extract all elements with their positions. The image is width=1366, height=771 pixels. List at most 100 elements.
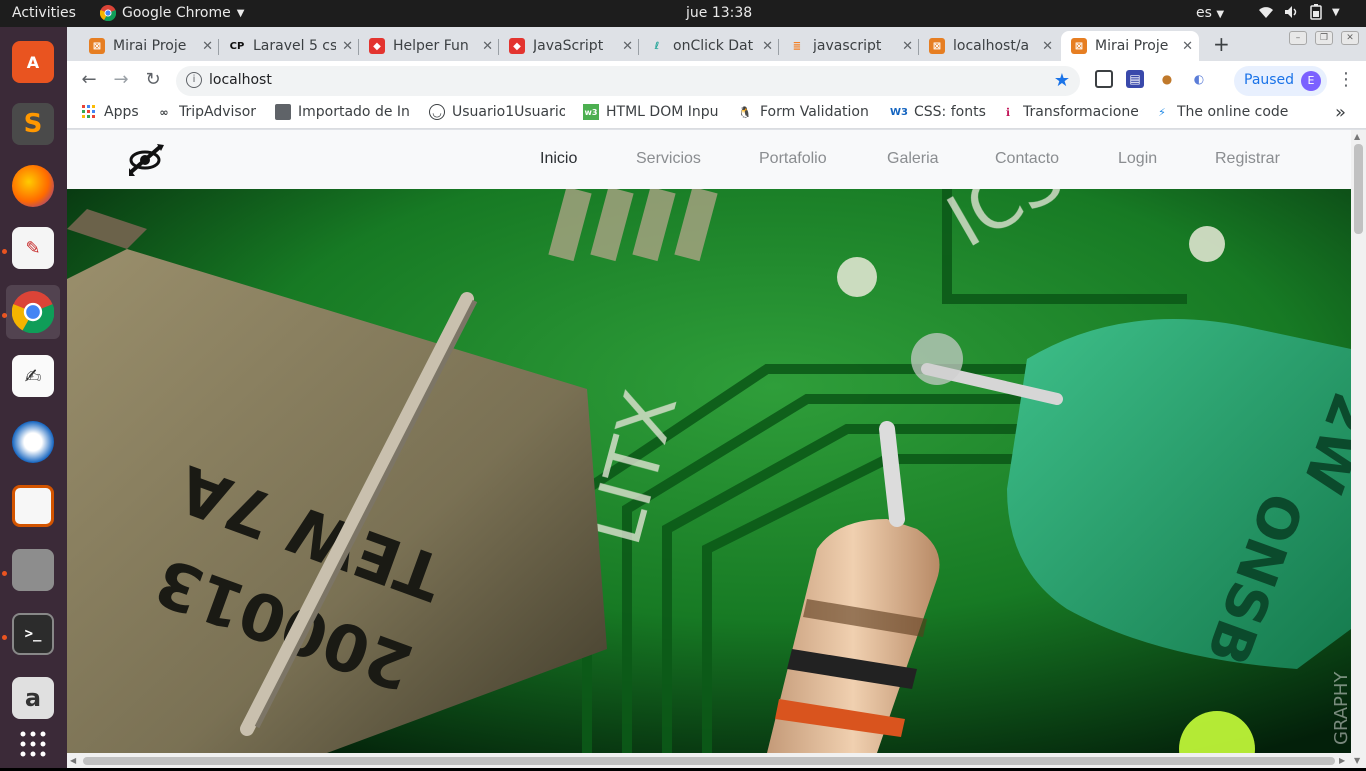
tripadvisor-icon: ∞ xyxy=(159,105,169,119)
dock-terminal[interactable]: >_ xyxy=(6,607,60,661)
close-tab-icon[interactable]: ✕ xyxy=(1176,39,1193,54)
tab-onclick-data[interactable]: ℓ onClick Dat ✕ xyxy=(639,31,779,61)
dock-software-center[interactable]: A xyxy=(6,35,60,89)
tab-strip: ⊠ Mirai Proje ✕ CP Laravel 5 cs ✕ ◆ Help… xyxy=(67,27,1366,61)
activities-button[interactable]: Activities xyxy=(12,5,76,21)
profile-status: Paused xyxy=(1244,72,1295,88)
bookmark-label: The online code xyxy=(1177,104,1289,120)
photo-watermark: GRAPHY xyxy=(1331,671,1351,745)
system-tray[interactable]: ▼ xyxy=(1258,4,1340,20)
nav-link-galeria[interactable]: Galeria xyxy=(887,150,939,168)
bookmark-label: Transformacione xyxy=(1023,104,1138,120)
bookmark-tripadvisor[interactable]: ∞ TripAdvisor xyxy=(156,104,256,120)
sublime-text-icon: S xyxy=(12,103,54,145)
bookmark-online-code[interactable]: ⚡ The online code xyxy=(1154,104,1289,120)
tab-laravel-csrf[interactable]: CP Laravel 5 cs ✕ xyxy=(219,31,359,61)
folder-icon xyxy=(275,104,291,120)
scroll-up-icon[interactable]: ▲ xyxy=(1354,132,1360,141)
bookmark-label: Usuario1Usuario xyxy=(452,104,565,120)
close-tab-icon[interactable]: ✕ xyxy=(336,39,353,54)
more-bookmarks-icon[interactable]: » xyxy=(1335,102,1346,123)
onclick-favicon-icon: ℓ xyxy=(654,40,660,52)
dock-sublime-text[interactable]: S xyxy=(6,97,60,151)
bookmark-apps[interactable]: Apps xyxy=(81,104,139,120)
bookmark-html-dom-input[interactable]: w3 HTML DOM Inpu xyxy=(583,104,719,120)
close-tab-icon[interactable]: ✕ xyxy=(896,39,913,54)
app-grid-icon xyxy=(20,731,46,757)
show-applications-button[interactable] xyxy=(6,717,60,771)
dock-thunderbird[interactable] xyxy=(6,415,60,469)
tab-javascript-stackoverflow[interactable]: ≣ javascript ✕ xyxy=(779,31,919,61)
scroll-left-icon[interactable]: ◀ xyxy=(70,756,76,765)
scrollbar-thumb[interactable] xyxy=(1354,144,1363,234)
url-text[interactable]: localhost xyxy=(209,72,272,88)
close-tab-icon[interactable]: ✕ xyxy=(616,39,633,54)
nav-link-inicio[interactable]: Inicio xyxy=(540,150,577,168)
close-tab-icon[interactable]: ✕ xyxy=(756,39,773,54)
vertical-scrollbar[interactable]: ▲ ▼ xyxy=(1351,130,1366,768)
chrome-menu-icon[interactable]: ⋮ xyxy=(1337,69,1355,90)
tab-mirai-project-1[interactable]: ⊠ Mirai Proje ✕ xyxy=(79,31,219,61)
dock-chrome[interactable] xyxy=(6,285,60,339)
dock-firefox[interactable] xyxy=(6,159,60,213)
smiley-icon: ◡ xyxy=(429,104,445,120)
tab-javascript-laravel[interactable]: ◆ JavaScript ✕ xyxy=(499,31,639,61)
reader-extension-icon[interactable]: ▤ xyxy=(1126,70,1144,88)
screenshot-extension-icon[interactable] xyxy=(1095,70,1113,88)
dock-files[interactable] xyxy=(6,543,60,597)
presentation-icon xyxy=(12,485,54,527)
site-navbar: Inicio Servicios Portafolio Galeria Cont… xyxy=(67,130,1351,189)
profile-paused-button[interactable]: Paused E xyxy=(1234,66,1327,96)
address-bar[interactable]: i localhost ★ xyxy=(176,66,1080,96)
nav-link-portafolio[interactable]: Portafolio xyxy=(759,150,827,168)
document-viewer-icon: ✎ xyxy=(12,227,54,269)
tab-mirai-project-active[interactable]: ⊠ Mirai Proje ✕ xyxy=(1061,31,1199,61)
forward-button[interactable]: → xyxy=(110,69,132,90)
maximize-window-button[interactable]: ❐ xyxy=(1315,31,1333,45)
nav-link-servicios[interactable]: Servicios xyxy=(636,150,701,168)
close-window-button[interactable]: ✕ xyxy=(1341,31,1359,45)
close-tab-icon[interactable]: ✕ xyxy=(476,39,493,54)
reload-button[interactable]: ↻ xyxy=(142,69,164,90)
nav-link-login[interactable]: Login xyxy=(1118,150,1157,168)
mirai-favicon-icon: ⊠ xyxy=(1071,38,1087,54)
scroll-right-icon[interactable]: ▶ xyxy=(1339,756,1345,765)
scrollbar-thumb[interactable] xyxy=(83,757,1335,765)
linux-icon: 🐧 xyxy=(738,105,752,119)
clock[interactable]: jue 13:38 xyxy=(686,5,752,21)
bookmark-label: CSS: fonts xyxy=(914,104,986,120)
wifi-icon xyxy=(1259,7,1273,18)
wappalyzer-extension-icon[interactable]: ◐ xyxy=(1190,70,1208,88)
apps-grid-icon xyxy=(82,105,95,118)
amazon-icon: a xyxy=(12,677,54,719)
bookmark-transformaciones[interactable]: ℹ Transformacione xyxy=(1000,104,1138,120)
nav-link-contacto[interactable]: Contacto xyxy=(995,150,1059,168)
dock-impress[interactable] xyxy=(6,479,60,533)
bookmark-usuario[interactable]: ◡ Usuario1Usuario xyxy=(429,104,565,120)
horizontal-scrollbar[interactable]: ◀ ▶ xyxy=(67,753,1351,768)
tab-title: onClick Dat xyxy=(673,38,754,54)
page-viewport: Inicio Servicios Portafolio Galeria Cont… xyxy=(67,130,1366,768)
tab-helper-functions[interactable]: ◆ Helper Fun ✕ xyxy=(359,31,499,61)
bookmark-imported-folder[interactable]: Importado de In xyxy=(275,104,410,120)
bookmark-css-fonts[interactable]: W3 CSS: fonts xyxy=(890,104,986,120)
dock-text-editor[interactable]: ✍ xyxy=(6,349,60,403)
cookie-extension-icon[interactable]: ● xyxy=(1158,70,1176,88)
close-tab-icon[interactable]: ✕ xyxy=(196,39,213,54)
tab-title: Mirai Proje xyxy=(113,38,187,54)
scroll-down-icon[interactable]: ▼ xyxy=(1354,756,1360,765)
minimize-window-button[interactable]: – xyxy=(1289,31,1307,45)
language-indicator[interactable]: es ▼ xyxy=(1196,5,1224,21)
tab-localhost[interactable]: ⊠ localhost/a ✕ xyxy=(919,31,1059,61)
dock-evince[interactable]: ✎ xyxy=(6,221,60,275)
site-logo-icon[interactable] xyxy=(127,142,167,178)
back-button[interactable]: ← xyxy=(78,69,100,90)
bookmark-star-icon[interactable]: ★ xyxy=(1054,70,1070,91)
close-tab-icon[interactable]: ✕ xyxy=(1036,39,1053,54)
nav-link-registrar[interactable]: Registrar xyxy=(1215,150,1280,168)
new-tab-button[interactable]: + xyxy=(1213,32,1230,56)
site-info-icon[interactable]: i xyxy=(186,72,202,88)
chevron-down-icon: ▼ xyxy=(236,7,245,19)
app-menu[interactable]: Google Chrome ▼ xyxy=(100,5,244,21)
bookmark-form-validation[interactable]: 🐧 Form Validation xyxy=(737,104,872,120)
